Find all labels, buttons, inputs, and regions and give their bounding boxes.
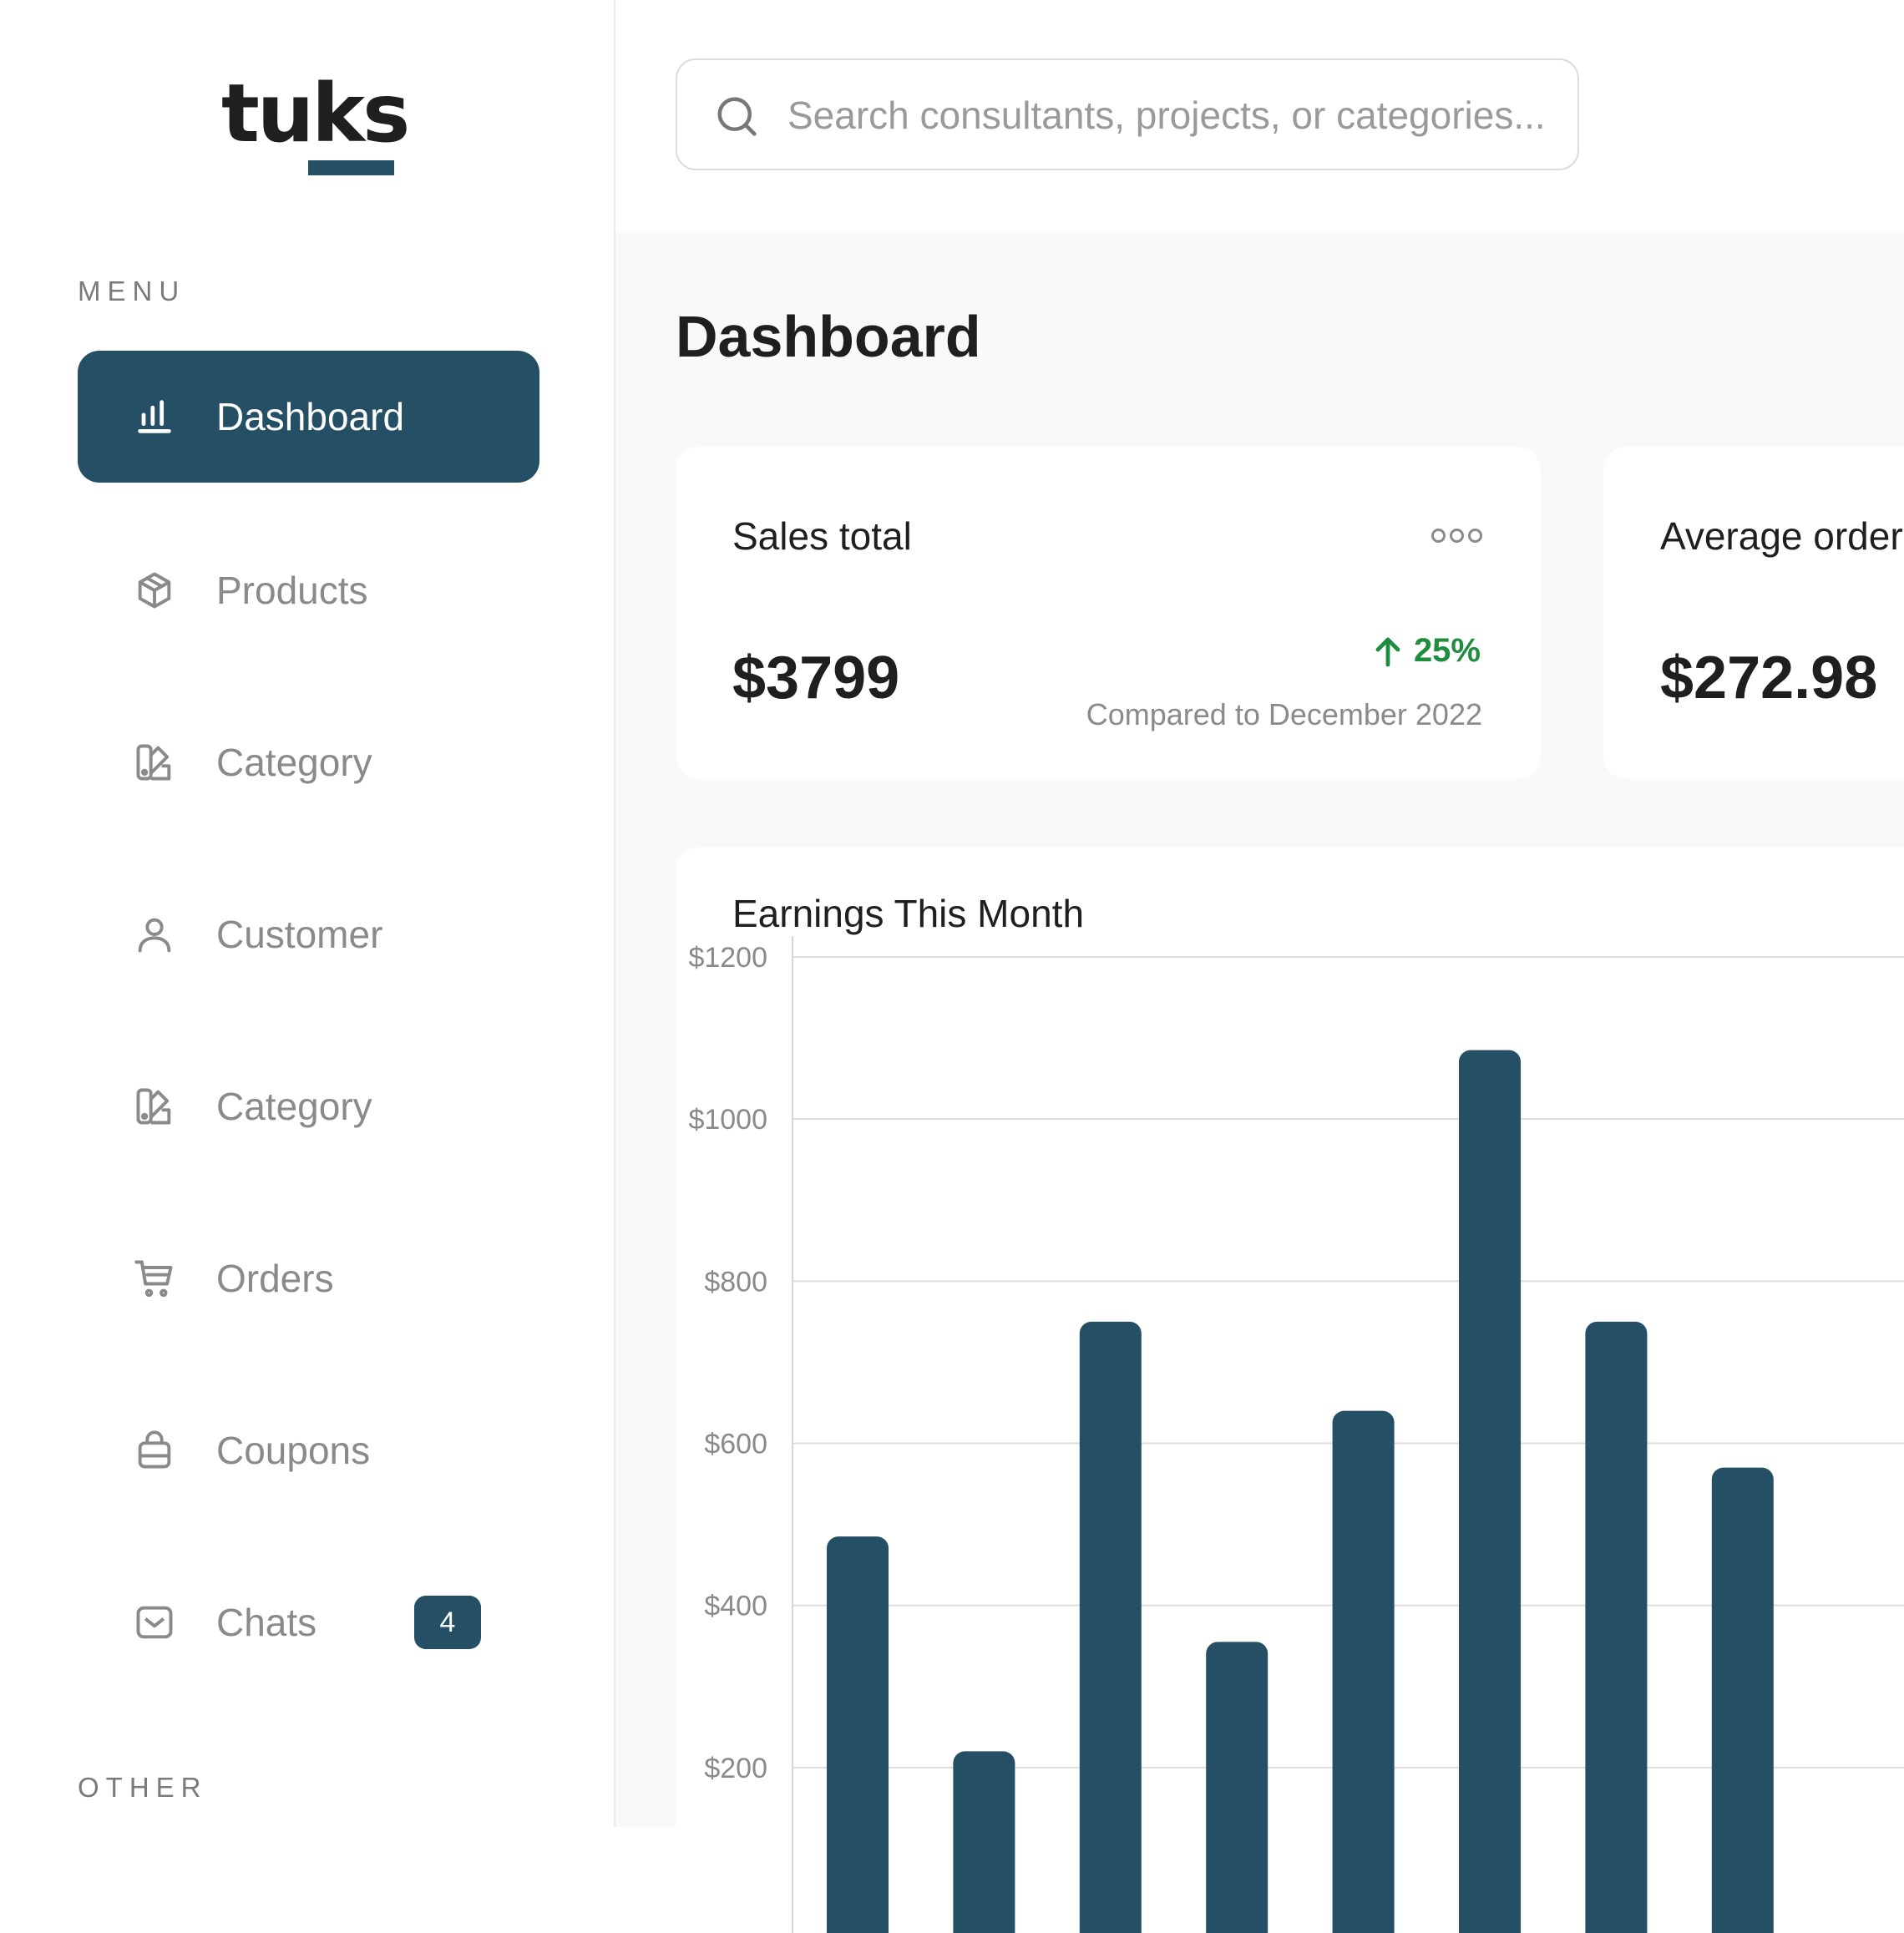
average-order-value: $272.98 (1660, 645, 1878, 711)
sidebar-item-label: Category (216, 741, 372, 784)
sidebar-item-orders[interactable]: Orders (78, 1212, 539, 1344)
bar (1459, 1050, 1521, 1933)
sidebar-item-category-2[interactable]: Category (78, 1040, 539, 1172)
top-bar (615, 0, 1904, 231)
user-icon (132, 912, 177, 957)
sidebar-item-label: Products (216, 569, 368, 612)
bar (1079, 1321, 1142, 1933)
chats-count-badge: 4 (414, 1596, 481, 1649)
sidebar-item-label: Dashboard (216, 395, 405, 438)
search-icon[interactable] (714, 94, 759, 139)
message-icon (132, 1600, 177, 1645)
card-title: Average order (1660, 514, 1903, 558)
arrow-up-icon (1375, 637, 1400, 666)
card-title: Sales total (732, 514, 912, 558)
earnings-bar-chart: $1200 $1000 $800 $600 $400 $200 (688, 936, 1904, 1933)
y-tick-label: $1200 (688, 942, 767, 974)
menu-section-label: MENU (78, 276, 186, 306)
bar (1585, 1321, 1648, 1933)
bar-chart-icon (132, 394, 177, 439)
cart-icon (132, 1256, 177, 1301)
sidebar-item-dashboard[interactable]: Dashboard (78, 351, 539, 483)
sidebar-item-category[interactable]: Category (78, 696, 539, 828)
y-tick-label: $400 (704, 1591, 767, 1622)
main-content: Dashboard Sales total $3799 25% Compared… (615, 231, 1904, 1933)
y-tick-label: $600 (704, 1429, 767, 1460)
logo-underline (308, 160, 394, 175)
bar (1332, 1410, 1395, 1933)
y-tick-label: $200 (704, 1753, 767, 1784)
y-tick-label: $1000 (688, 1104, 767, 1136)
page-title: Dashboard (676, 304, 981, 369)
sidebar-item-products[interactable]: Products (78, 524, 539, 656)
search-input[interactable] (786, 77, 1549, 154)
trend-indicator: 25% (1374, 632, 1481, 670)
sidebar-item-coupons[interactable]: Coupons (78, 1384, 539, 1516)
trend-percent: 25% (1413, 632, 1481, 669)
bar (827, 1536, 889, 1933)
bar (953, 1751, 1015, 1933)
sidebar-item-customer[interactable]: Customer (78, 868, 539, 1000)
sidebar-item-label: Coupons (216, 1429, 371, 1472)
sales-total-value: $3799 (732, 645, 900, 711)
sidebar-item-chats[interactable]: Chats 4 (78, 1556, 539, 1688)
sidebar-item-label: Customer (216, 913, 383, 956)
search-box[interactable] (676, 58, 1579, 170)
logo[interactable]: tuks (221, 73, 410, 175)
sales-total-card: Sales total $3799 25% Compared to Decemb… (676, 447, 1541, 779)
palette-icon (132, 1084, 177, 1129)
palette-icon (132, 740, 177, 785)
box-icon (132, 568, 177, 613)
sidebar-item-label: Chats (216, 1601, 317, 1644)
more-options-icon[interactable] (1431, 529, 1482, 543)
bar (1711, 1467, 1774, 1933)
y-tick-label: $800 (704, 1266, 767, 1298)
average-order-card: Average order $272.98 (1603, 447, 1904, 779)
comparison-text: Compared to December 2022 (1086, 697, 1482, 731)
other-section-label: OTHER (78, 1772, 208, 1803)
sidebar-item-label: Orders (216, 1257, 334, 1300)
bag-icon (132, 1428, 177, 1473)
earnings-chart-card: Earnings This Month $1200 $1000 $800 $600 $4… (676, 848, 1904, 1933)
sidebar-item-label: Category (216, 1085, 372, 1128)
bar (1206, 1642, 1268, 1933)
sidebar: tuks MENU Dashboard Products Category Cu… (0, 0, 615, 1827)
logo-text: tuks (221, 67, 410, 160)
